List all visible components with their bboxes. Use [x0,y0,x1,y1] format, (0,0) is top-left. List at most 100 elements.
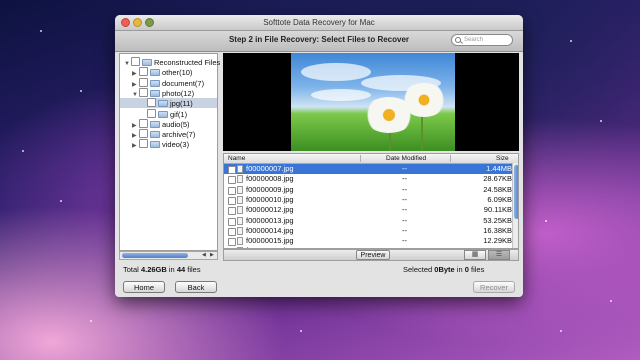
tree-item-checkbox[interactable] [139,129,148,139]
file-row[interactable]: f00000013.jpg -- 53.25KB [224,216,512,226]
file-type-tree[interactable]: ▼ Reconstructed Files ▶ other(10) ▶ document(… [119,53,220,251]
tree-item[interactable]: jpg(11) [120,98,217,109]
tree-item-checkbox[interactable] [139,139,148,149]
tree-item-label: gif(1) [170,109,188,119]
file-row[interactable]: f00000009.jpg -- 24.58KB [224,185,512,195]
list-bottom-bar: Preview ▦ ☰ [223,249,519,261]
image-file-icon [237,206,243,215]
file-name: f00000012.jpg [246,205,294,215]
tree-item-checkbox[interactable] [139,118,148,128]
search-input[interactable]: Search [451,34,513,46]
close-window-button[interactable] [121,18,130,27]
minimize-window-button[interactable] [133,18,142,27]
scrollbar-thumb[interactable] [122,253,188,258]
toolbar: Step 2 in File Recovery: Select Files to… [115,31,523,52]
file-row[interactable]: f00000007.jpg -- 1.44MB [224,164,512,174]
column-name[interactable]: Name [228,154,245,163]
home-button[interactable]: Home [123,281,165,293]
back-button[interactable]: Back [175,281,217,293]
tree-item-label: video(3) [162,140,190,150]
tree-item-label: archive(7) [162,130,196,140]
tree-item[interactable]: ▶ audio(5) [120,118,217,129]
image-file-icon [237,185,243,194]
tree-item-label: other(10) [162,68,193,78]
tree-item-label: photo(12) [162,88,195,98]
file-size: 12.29KB [483,236,512,246]
file-checkbox[interactable] [228,207,236,216]
recover-button[interactable]: Recover [473,281,515,293]
image-file-icon [237,226,243,235]
tree-item[interactable]: ▶ document(7) [120,77,217,88]
scroll-left-icon[interactable]: ◀ [202,252,206,258]
tree-horizontal-scrollbar[interactable]: ◀ ▶ [119,251,218,260]
tree-item[interactable]: ▶ archive(7) [120,129,217,139]
file-date: -- [402,225,407,235]
file-row[interactable]: f00000008.jpg -- 28.67KB [224,174,512,185]
file-date: -- [402,184,407,194]
folder-icon [150,69,160,77]
file-name: f00000009.jpg [246,184,294,194]
file-list[interactable]: Name Date Modified Size f00000007.jpg -- 1… [223,153,519,249]
file-size: 28.67KB [483,174,512,184]
file-date: -- [402,236,407,246]
file-checkbox[interactable] [228,166,236,174]
tree-item[interactable]: gif(1) [120,108,217,119]
tree-item-checkbox[interactable] [147,98,156,108]
file-checkbox[interactable] [228,196,236,205]
tree-item[interactable]: ▶ other(10) [120,67,217,77]
folder-icon [150,120,160,128]
search-icon [455,37,461,43]
file-size: 53.25KB [483,215,512,225]
file-date: -- [402,205,407,215]
disclosure-collapsed-icon[interactable]: ▶ [132,141,139,151]
file-date: -- [402,215,407,225]
file-date: -- [402,174,407,184]
tree-item[interactable]: ▶ video(3) [120,139,217,149]
file-date: -- [402,194,407,204]
grid-view-icon[interactable]: ▦ [464,250,486,260]
search-placeholder: Search [464,37,484,43]
column-size[interactable]: Size [496,154,509,163]
file-size: 6.09KB [487,194,512,204]
tree-item[interactable]: ▼ Reconstructed Files [120,57,220,67]
tree-item-checkbox[interactable] [139,67,148,77]
list-view-icon[interactable]: ☰ [488,250,510,260]
tree-item[interactable]: ▼ photo(12) [120,87,217,98]
folder-icon [150,141,160,149]
file-list-vertical-scrollbar[interactable] [512,163,518,248]
file-date: -- [402,164,407,173]
file-row[interactable]: f00000014.jpg -- 16.38KB [224,226,512,236]
scroll-right-icon[interactable]: ▶ [210,252,214,258]
file-size: 90.11KB [483,205,512,215]
window-title: Softtote Data Recovery for Mac [263,18,375,27]
image-file-icon [237,237,243,246]
file-row[interactable]: f00000010.jpg -- 6.09KB [224,195,512,205]
file-row[interactable]: f00000012.jpg -- 90.11KB [224,205,512,216]
image-file-icon [237,216,243,225]
file-checkbox[interactable] [228,227,236,236]
scrollbar-thumb[interactable] [514,165,518,219]
file-row[interactable]: f00000015.jpg -- 12.29KB [224,236,512,247]
file-checkbox[interactable] [228,238,236,247]
total-count: 44 [176,265,186,274]
preview-button[interactable]: Preview [356,250,390,260]
tree-item-checkbox[interactable] [139,87,148,97]
folder-icon [158,110,168,118]
file-name: f00000007.jpg [246,164,294,173]
file-checkbox[interactable] [228,217,236,226]
image-preview-pane [223,53,519,151]
file-name: f00000015.jpg [246,236,294,246]
zoom-window-button[interactable] [145,18,154,27]
file-name: f00000008.jpg [246,174,294,184]
tree-item-checkbox[interactable] [139,77,148,87]
file-checkbox[interactable] [228,186,236,195]
file-name: f00000013.jpg [246,215,294,225]
file-checkbox[interactable] [228,176,236,185]
file-name: f00000010.jpg [246,194,294,204]
tree-item-label: jpg(11) [170,99,193,109]
file-size: 24.58KB [483,184,512,194]
tree-item-checkbox[interactable] [131,57,140,66]
image-file-icon [237,195,243,204]
tree-item-checkbox[interactable] [147,108,156,118]
column-date-modified[interactable]: Date Modified [386,154,426,163]
